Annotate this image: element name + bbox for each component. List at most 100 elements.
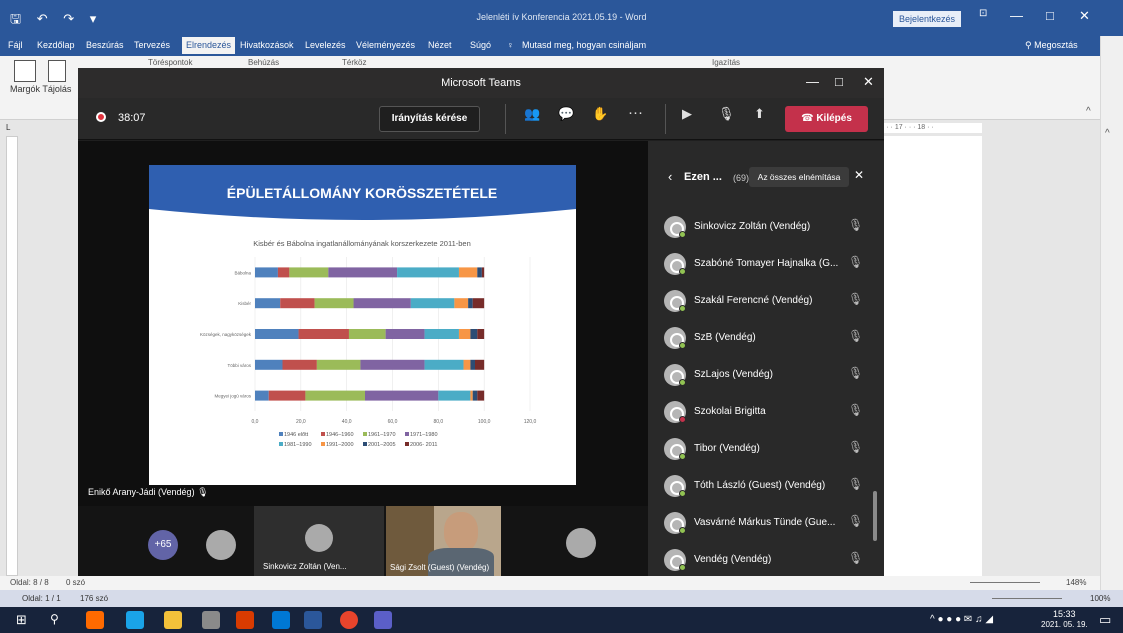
participant-item[interactable]: SzLajos (Vendég) 🎙: [664, 361, 869, 389]
reactions-icon[interactable]: ✋: [592, 106, 608, 122]
paint-icon[interactable]: [236, 611, 254, 629]
tab-design[interactable]: Tervezés: [134, 40, 170, 50]
tab-home[interactable]: Kezdőlap: [37, 40, 75, 50]
tab-file[interactable]: Fájl: [8, 40, 23, 50]
participant-item[interactable]: Szabóné Tomayer Hajnalka (G... 🎙: [664, 250, 869, 278]
participant-item[interactable]: Vendég (Vendég) 🎙: [664, 546, 869, 574]
document-page[interactable]: [882, 136, 982, 576]
ribbon-display-icon[interactable]: ⊡: [979, 8, 987, 19]
align-label[interactable]: Igazítás: [712, 58, 740, 67]
zoom-slider[interactable]: [970, 582, 1040, 583]
tray-icons[interactable]: ^ ● ● ● ✉ ♫ ◢: [930, 614, 993, 625]
panel-close-icon[interactable]: ✕: [854, 168, 864, 182]
participant-item[interactable]: Tibor (Vendég) 🎙: [664, 435, 869, 463]
notifications-icon[interactable]: ▭: [1099, 612, 1111, 628]
tell-me-input[interactable]: Mutasd meg, hogyan csináljam: [522, 40, 646, 50]
teams-icon[interactable]: [374, 611, 392, 629]
app2-icon[interactable]: [272, 611, 290, 629]
tab-insert[interactable]: Beszúrás: [86, 40, 124, 50]
legend-label: 1946 előtt: [284, 432, 309, 438]
signin-button[interactable]: Bejelentkezés: [893, 11, 961, 27]
mic-muted-icon[interactable]: 🎙: [848, 329, 863, 343]
collapse-ribbon-icon[interactable]: ^: [1086, 106, 1091, 117]
status-bar-bottom: Oldal: 1 / 1 176 szó 100%: [0, 590, 1123, 607]
page-count-2[interactable]: Oldal: 1 / 1: [22, 594, 61, 603]
participant-video[interactable]: Sági Zsolt (Guest) (Vendég): [386, 506, 501, 576]
participants-icon[interactable]: 👥: [524, 106, 540, 122]
participant-item[interactable]: Vasvárné Márkus Tünde (Gue... 🎙: [664, 509, 869, 537]
leave-button[interactable]: ☎ Kilépés: [785, 106, 868, 132]
word-icon[interactable]: [304, 611, 322, 629]
bar-segment: [481, 267, 485, 278]
close-icon[interactable]: ✕: [1079, 8, 1090, 24]
tab-mailings[interactable]: Levelezés: [305, 40, 346, 50]
participant-item[interactable]: Sinkovicz Zoltán (Vendég) 🎙: [664, 213, 869, 241]
vertical-scrollbar[interactable]: ^: [1100, 36, 1123, 600]
legend-label: 1991–2000: [326, 442, 354, 448]
participant-name: Tóth László (Guest) (Vendég): [694, 480, 826, 491]
tab-stop-icon[interactable]: L: [6, 123, 10, 132]
mic-muted-icon[interactable]: 🎙: [848, 403, 863, 417]
bar-segment: [316, 359, 361, 370]
mic-muted-icon[interactable]: 🎙: [848, 477, 863, 491]
firefox-icon[interactable]: [86, 611, 104, 629]
page-count[interactable]: Oldal: 8 / 8: [10, 578, 49, 587]
mic-off-icon[interactable]: 🎙: [718, 106, 735, 122]
bar-segment: [298, 329, 349, 339]
teams-maximize-icon[interactable]: □: [835, 74, 843, 89]
chat-icon[interactable]: 💬: [558, 106, 574, 122]
tab-review[interactable]: Véleményezés: [356, 40, 415, 50]
margins-icon[interactable]: [14, 60, 36, 82]
minimize-icon[interactable]: —: [1010, 8, 1023, 23]
mic-muted-icon[interactable]: 🎙: [848, 551, 863, 565]
mute-all-button[interactable]: Az összes elnémítása: [749, 167, 849, 187]
share-screen-icon[interactable]: ⬆: [754, 106, 765, 122]
zoom-level-2[interactable]: 100%: [1090, 594, 1110, 603]
chrome-icon[interactable]: [340, 611, 358, 629]
tab-view[interactable]: Nézet: [428, 40, 452, 50]
request-control-button[interactable]: Irányítás kérése: [379, 106, 480, 132]
teams-close-icon[interactable]: ✕: [863, 74, 874, 90]
mic-muted-icon[interactable]: 🎙: [848, 255, 863, 269]
maximize-icon[interactable]: □: [1046, 8, 1054, 23]
teams-window: Microsoft Teams — □ ✕ 38:07 Irányítás ké…: [78, 68, 884, 576]
mic-muted-icon[interactable]: 🎙: [848, 292, 863, 306]
participant-item[interactable]: Szokolai Brigitta 🎙: [664, 398, 869, 426]
back-icon[interactable]: ‹: [668, 169, 672, 184]
mic-muted-icon[interactable]: 🎙: [848, 440, 863, 454]
zoom-slider-2[interactable]: [992, 598, 1062, 599]
tab-references[interactable]: Hivatkozások: [240, 40, 294, 50]
scroll-up-icon[interactable]: ^: [1105, 128, 1110, 139]
participant-item[interactable]: SzB (Vendég) 🎙: [664, 324, 869, 352]
status-bar-top: Oldal: 8 / 8 0 szó 148%: [0, 576, 1100, 590]
participant-name: Szakál Ferencné (Vendég): [694, 295, 813, 306]
word-count[interactable]: 0 szó: [66, 578, 85, 587]
app-icon[interactable]: [202, 611, 220, 629]
file-explorer-icon[interactable]: [164, 611, 182, 629]
tab-layout[interactable]: Elrendezés: [182, 37, 236, 54]
participant-name: SzLajos (Vendég): [694, 369, 773, 380]
participant-item[interactable]: Szakál Ferencné (Vendég) 🎙: [664, 287, 869, 315]
search-icon[interactable]: ⚲: [50, 612, 59, 626]
mic-muted-icon[interactable]: 🎙: [848, 366, 863, 380]
panel-scrollbar[interactable]: [873, 491, 877, 541]
zoom-level[interactable]: 148%: [1066, 578, 1086, 587]
mic-muted-icon[interactable]: 🎙: [848, 218, 863, 232]
breaks-label[interactable]: Töréspontok: [148, 58, 192, 67]
start-icon[interactable]: ⊞: [16, 612, 27, 628]
share-button[interactable]: ⚲ Megosztás: [1025, 40, 1078, 51]
more-participants-badge[interactable]: +65: [148, 530, 178, 560]
more-actions-icon[interactable]: ···: [628, 104, 643, 121]
participant-item[interactable]: Tóth László (Guest) (Vendég) 🎙: [664, 472, 869, 500]
orientation-icon[interactable]: [48, 60, 66, 82]
clock-time[interactable]: 15:33: [1053, 609, 1076, 619]
camera-off-icon[interactable]: ▶: [682, 106, 692, 122]
participant-tile[interactable]: Sinkovicz Zoltán (Ven...: [254, 506, 384, 576]
clock-date[interactable]: 2021. 05. 19.: [1041, 620, 1088, 629]
tab-help[interactable]: Súgó: [470, 40, 491, 50]
legend-label: 1971–1980: [410, 432, 438, 438]
edge-icon[interactable]: [126, 611, 144, 629]
word-count-2[interactable]: 176 szó: [80, 594, 108, 603]
teams-minimize-icon[interactable]: —: [806, 74, 819, 89]
mic-muted-icon[interactable]: 🎙: [848, 514, 863, 528]
